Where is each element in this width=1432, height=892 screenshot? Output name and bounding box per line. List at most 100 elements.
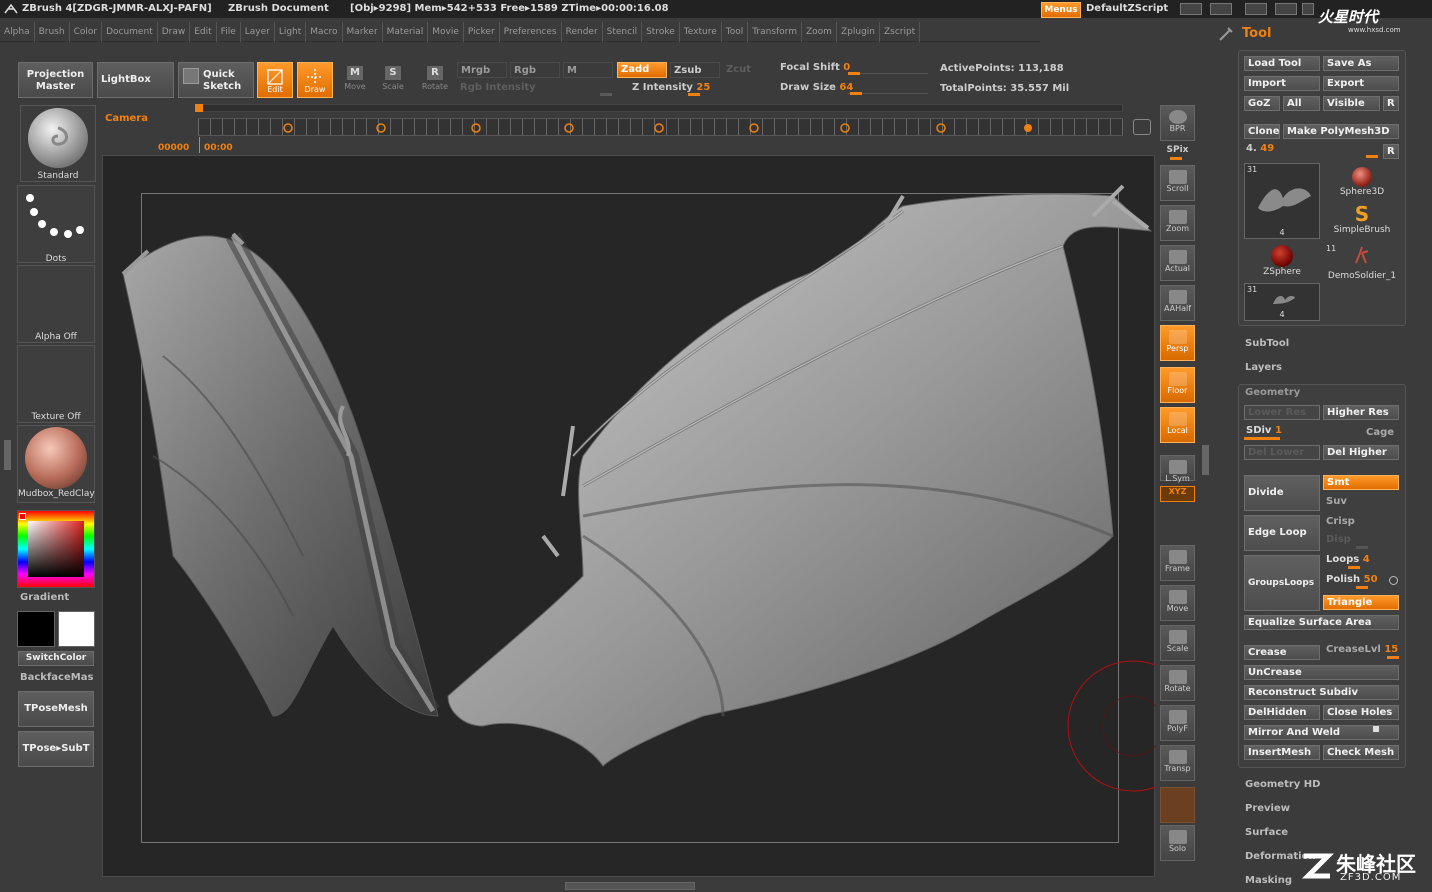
local-button[interactable]: Local: [1160, 407, 1195, 443]
secondary-color-swatch[interactable]: [58, 611, 95, 647]
scale-button[interactable]: S Scale: [378, 64, 408, 98]
aahalf-button[interactable]: AAHalf: [1160, 285, 1195, 321]
tool-size-slider[interactable]: 4. 49: [1246, 143, 1274, 154]
alpha-selector[interactable]: Alpha Off: [17, 265, 95, 343]
rotate-view-button[interactable]: Rotate: [1160, 665, 1195, 701]
left-tray-toggle[interactable]: [4, 440, 11, 470]
lightbox-button[interactable]: LightBox: [97, 62, 174, 98]
groupsloops-button[interactable]: GroupsLoops: [1244, 555, 1320, 611]
window-icon[interactable]: [1275, 3, 1297, 15]
menu-render[interactable]: Render: [562, 22, 603, 42]
zoom-button[interactable]: Zoom: [1160, 205, 1195, 241]
texture-selector[interactable]: Texture Off: [17, 345, 95, 423]
color-picker-square[interactable]: [28, 521, 84, 577]
geometry-section[interactable]: Geometry: [1245, 387, 1300, 398]
floor-button[interactable]: Floor: [1160, 367, 1195, 403]
insertmesh-button[interactable]: InsertMesh: [1244, 745, 1320, 760]
rotate-button[interactable]: R Rotate: [418, 64, 452, 98]
menu-color[interactable]: Color: [70, 22, 103, 42]
tool-thumb-simplebrush[interactable]: S SimpleBrush: [1324, 203, 1400, 241]
xyz-button[interactable]: XYZ: [1160, 486, 1195, 502]
scroll-button[interactable]: Scroll: [1160, 165, 1195, 201]
tposemesh-button[interactable]: TPoseMesh: [18, 691, 94, 727]
zsub-button[interactable]: Zsub: [670, 62, 720, 78]
window-restore-icon[interactable]: [1245, 3, 1267, 15]
reconstruct-subdiv-button[interactable]: Reconstruct Subdiv: [1244, 685, 1399, 700]
menu-movie[interactable]: Movie: [428, 22, 464, 42]
persp-button[interactable]: Persp: [1160, 325, 1195, 361]
material-selector[interactable]: Mudbox_RedClay: [17, 425, 95, 503]
geometry-hd-section[interactable]: Geometry HD: [1245, 779, 1320, 790]
menu-picker[interactable]: Picker: [464, 22, 500, 42]
bottom-tray-toggle[interactable]: [565, 882, 695, 890]
triangle-toggle[interactable]: Triangle: [1323, 595, 1399, 610]
crease-button[interactable]: Crease: [1244, 645, 1320, 660]
suv-toggle[interactable]: Suv: [1326, 496, 1347, 507]
timeline-scroll-handle[interactable]: [195, 104, 203, 112]
subtool-section[interactable]: SubTool: [1245, 338, 1289, 349]
higher-res-button[interactable]: Higher Res: [1323, 405, 1399, 420]
zadd-button[interactable]: Zadd: [617, 62, 667, 78]
projection-master-button[interactable]: Projection Master: [18, 62, 93, 98]
dragon-wings-model[interactable]: [103, 156, 1156, 878]
menu-light[interactable]: Light: [275, 22, 307, 42]
menu-document[interactable]: Document: [102, 22, 158, 42]
menu-material[interactable]: Material: [383, 22, 429, 42]
goz-button[interactable]: GoZ: [1244, 96, 1280, 111]
disp-slider[interactable]: Disp: [1326, 534, 1351, 545]
scale-view-button[interactable]: Scale: [1160, 625, 1195, 661]
canvas-viewport[interactable]: [102, 155, 1156, 878]
menu-edit[interactable]: Edit: [190, 22, 217, 42]
move-button[interactable]: M Move: [340, 64, 370, 98]
polish-circle-icon[interactable]: [1389, 576, 1398, 585]
tool-thumb-zsphere[interactable]: ZSphere: [1244, 243, 1320, 281]
stroke-selector[interactable]: Dots: [17, 185, 95, 264]
polish-slider[interactable]: Polish 50: [1326, 574, 1378, 585]
smt-toggle[interactable]: Smt: [1323, 475, 1399, 490]
masking-section[interactable]: Masking: [1245, 875, 1292, 886]
backfacemask-label[interactable]: BackfaceMas: [20, 672, 93, 683]
timeline-toggle-button[interactable]: [1133, 119, 1151, 135]
mirror-axis-icon[interactable]: [1373, 726, 1379, 732]
crisp-toggle[interactable]: Crisp: [1326, 516, 1355, 527]
tool-thumb-sphere3d[interactable]: Sphere3D: [1324, 163, 1400, 201]
goz-r-button[interactable]: R: [1383, 96, 1399, 111]
move-view-button[interactable]: Move: [1160, 585, 1195, 621]
tool-thumb-current[interactable]: 31 4: [1244, 163, 1320, 239]
menu-transform[interactable]: Transform: [748, 22, 802, 42]
brush-selector[interactable]: Standard: [20, 105, 96, 182]
frame-button[interactable]: Frame: [1160, 545, 1195, 581]
draw-button[interactable]: Draw: [297, 62, 333, 98]
close-holes-button[interactable]: Close Holes: [1323, 705, 1399, 720]
mrgb-button[interactable]: Mrgb: [457, 62, 507, 78]
menu-macro[interactable]: Macro: [306, 22, 343, 42]
edge-loop-button[interactable]: Edge Loop: [1244, 515, 1320, 551]
menu-file[interactable]: File: [217, 22, 241, 42]
menus-button[interactable]: Menus: [1041, 2, 1081, 18]
menu-brush[interactable]: Brush: [35, 22, 70, 42]
surface-section[interactable]: Surface: [1245, 827, 1288, 838]
zcut-button[interactable]: Zcut: [723, 62, 763, 78]
goz-visible-button[interactable]: Visible: [1323, 96, 1380, 111]
tool-size-r-button[interactable]: R: [1383, 144, 1399, 159]
creaselvl-slider[interactable]: CreaseLvl 15: [1326, 644, 1398, 655]
goz-all-button[interactable]: All: [1283, 96, 1320, 111]
layout-icon[interactable]: [1180, 3, 1202, 15]
menu-stencil[interactable]: Stencil: [603, 22, 643, 42]
menu-layer[interactable]: Layer: [241, 22, 275, 42]
make-polymesh3d-button[interactable]: Make PolyMesh3D: [1283, 124, 1399, 139]
rgb-button[interactable]: Rgb: [510, 62, 560, 78]
menu-alpha[interactable]: Alpha: [0, 22, 35, 42]
menu-preferences[interactable]: Preferences: [500, 22, 562, 42]
delhidden-button[interactable]: DelHidden: [1244, 705, 1320, 720]
bpr-button[interactable]: BPR: [1160, 105, 1195, 141]
lsym-button[interactable]: L.Sym: [1160, 455, 1195, 483]
loops-slider[interactable]: Loops 4: [1326, 554, 1370, 565]
import-button[interactable]: Import: [1244, 76, 1320, 91]
cage-button[interactable]: Cage: [1366, 427, 1394, 438]
load-tool-button[interactable]: Load Tool: [1244, 56, 1320, 71]
menu-texture[interactable]: Texture: [680, 22, 722, 42]
menu-zoom[interactable]: Zoom: [802, 22, 837, 42]
right-tray-toggle[interactable]: [1202, 445, 1209, 475]
save-as-button[interactable]: Save As: [1323, 56, 1399, 71]
